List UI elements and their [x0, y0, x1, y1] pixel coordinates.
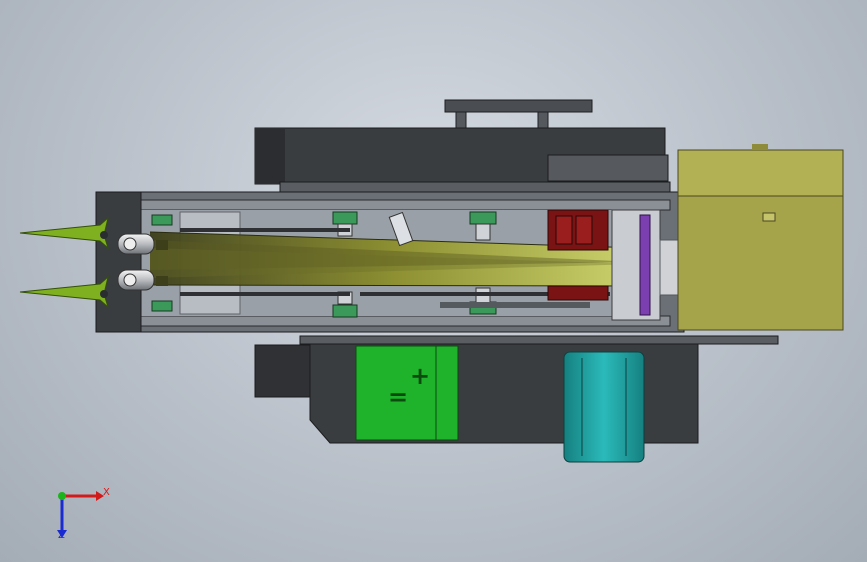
lower-housing — [254, 335, 779, 444]
control-box — [677, 144, 844, 331]
cad-viewport[interactable]: + = X Z — [0, 0, 867, 562]
top-view-drawing — [19, 99, 844, 538]
upper-housing — [254, 127, 671, 195]
battery-plus-label: + — [410, 362, 431, 390]
battery-equals-label: = — [388, 383, 409, 411]
axis-z-label: Z — [58, 530, 65, 541]
cutter-blades — [19, 216, 109, 309]
axis-x-label: X — [103, 487, 110, 498]
drive-motor — [563, 351, 645, 463]
